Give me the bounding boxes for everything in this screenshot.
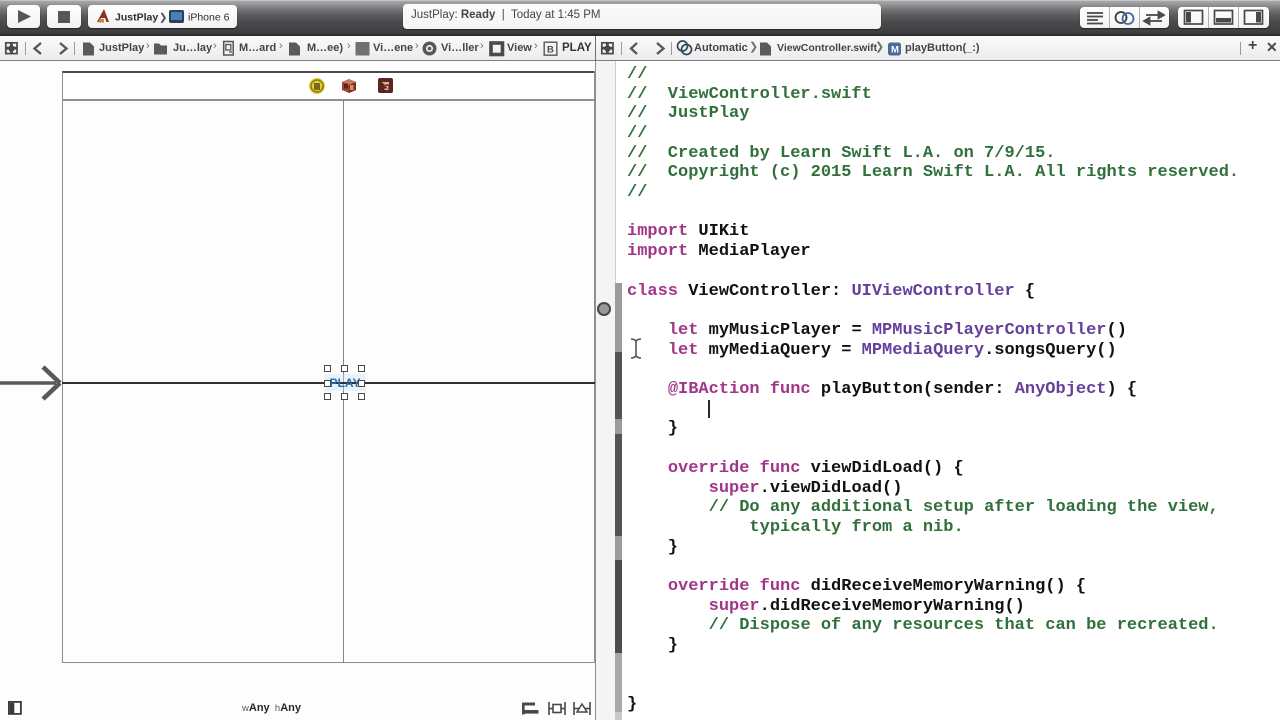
svg-text:B: B xyxy=(547,45,554,56)
svg-text:M: M xyxy=(891,45,899,56)
svg-text:iPhone 6: iPhone 6 xyxy=(188,12,230,24)
svg-text:JustPlay: JustPlay xyxy=(115,12,158,24)
svg-text:❯: ❯ xyxy=(159,13,167,24)
